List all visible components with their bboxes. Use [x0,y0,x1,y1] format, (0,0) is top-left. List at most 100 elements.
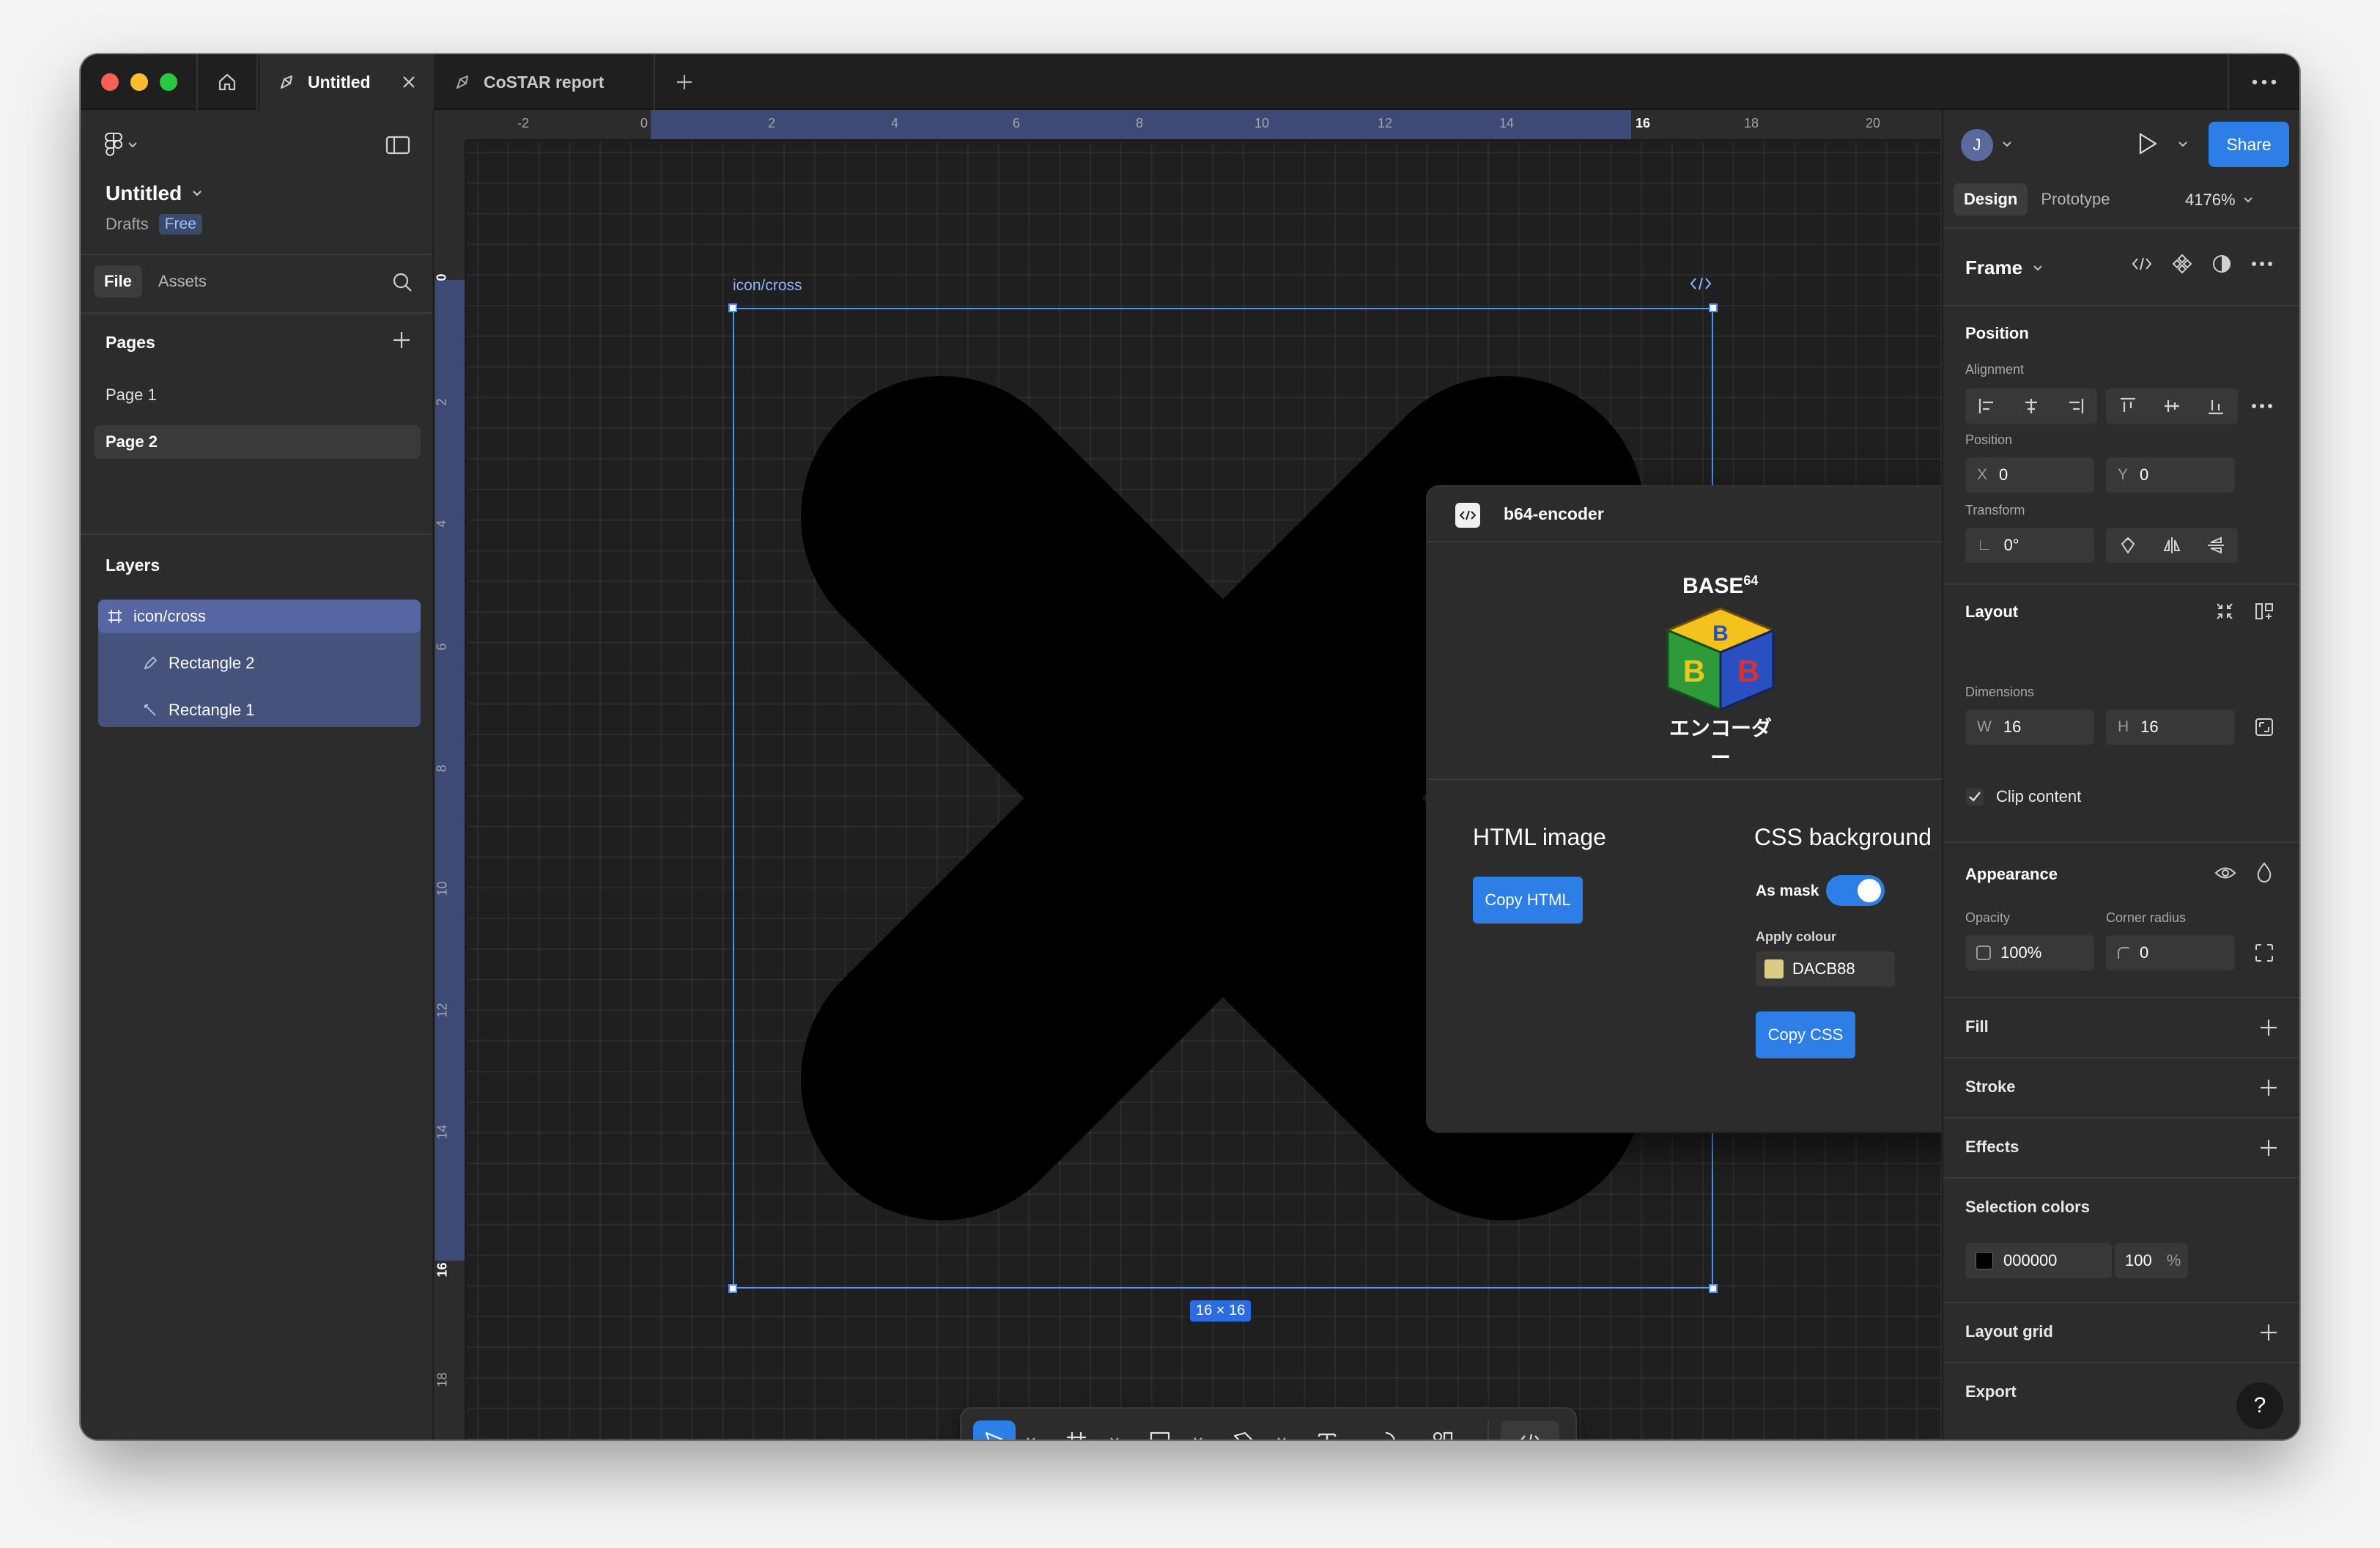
code-icon[interactable] [1690,276,1712,295]
frame-type-menu[interactable]: Frame [1965,257,2043,279]
auto-layout-button[interactable] [2254,601,2274,622]
text-tool-button[interactable] [1306,1420,1348,1440]
home-button[interactable] [196,54,258,110]
align-right-icon[interactable] [2066,397,2085,416]
main-menu-button[interactable] [104,132,138,158]
chevron-down-icon[interactable] [1109,1437,1120,1440]
ruler-tick: 8 [1136,116,1144,130]
resources-tool-button[interactable] [1422,1420,1464,1440]
add-effect-plus-icon[interactable] [2258,1138,2279,1158]
frame-tool-button[interactable] [1055,1420,1098,1440]
add-fill-plus-icon[interactable] [2258,1017,2279,1038]
minimize-window-button[interactable] [130,73,148,91]
move-tool-button[interactable] [973,1420,1016,1440]
tab-costar-report[interactable]: CoSTAR report [435,54,655,110]
flip-horizontal-icon[interactable] [2162,536,2181,555]
chevron-down-icon[interactable] [2002,141,2012,148]
ruler-tick: 14 [1499,116,1515,130]
present-button[interactable] [2137,132,2159,155]
tab-design[interactable]: Design [1954,183,2028,215]
toggle-sidebar-button[interactable] [385,135,410,159]
align-center-horizontal-icon[interactable] [2022,397,2041,416]
copy-html-button[interactable]: Copy HTML [1473,877,1583,924]
corner-radius-field[interactable]: 0 [2106,935,2235,970]
drafts-link[interactable]: Drafts [106,215,149,234]
align-top-icon[interactable] [2118,397,2137,416]
pen-tool-button[interactable] [1222,1420,1265,1440]
as-mask-toggle[interactable] [1826,875,1885,906]
close-tab-icon[interactable] [400,73,418,95]
independent-corners-button[interactable] [2254,943,2274,963]
selection-colors-header: Selection colors [1965,1198,2090,1216]
tab-file[interactable]: File [94,265,142,298]
resize-handle[interactable] [1709,1284,1718,1293]
selection-opacity-field[interactable]: 100 % [2115,1243,2188,1278]
x-position-field[interactable]: X 0 [1965,457,2094,493]
add-layout-grid-plus-icon[interactable] [2258,1322,2279,1343]
add-stroke-plus-icon[interactable] [2258,1077,2279,1098]
maximize-window-button[interactable] [160,73,177,91]
ruler-tick: 12 [435,1003,450,1018]
resize-handle[interactable] [1709,303,1718,312]
more-options-button[interactable] [2228,54,2299,110]
mask-button[interactable] [2211,254,2232,274]
create-component-button[interactable] [2172,254,2192,274]
y-position-field[interactable]: Y 0 [2106,457,2235,493]
align-middle-icon[interactable] [2162,397,2181,416]
colour-input[interactable]: DACB88 [1756,951,1895,987]
clip-content-checkbox[interactable]: Clip content [1965,787,2081,806]
page-item-1[interactable]: Page 1 [94,378,421,412]
chevron-down-icon [2033,265,2042,270]
ruler-tick: 2 [768,116,776,130]
chevron-down-icon[interactable] [2178,141,2188,148]
color-swatch[interactable] [1976,1252,1993,1269]
h-prefix: H [2118,718,2129,735]
h-value: 16 [2140,718,2159,736]
chevron-down-icon[interactable] [1026,1437,1036,1440]
chevron-down-icon[interactable] [1193,1437,1203,1440]
frame-more-button[interactable] [2251,261,2273,267]
chevron-down-icon[interactable] [1276,1437,1287,1440]
align-left-icon[interactable] [1978,397,1997,416]
resize-handle[interactable] [728,303,737,312]
tab-prototype[interactable]: Prototype [2030,183,2120,215]
flip-vertical-icon[interactable] [2206,536,2225,555]
file-name-button[interactable]: Untitled [106,182,202,205]
shape-tool-button[interactable] [1139,1420,1181,1440]
dev-mode-toggle[interactable] [1501,1420,1559,1440]
close-window-button[interactable] [101,73,119,91]
resize-to-fit-button[interactable] [2214,601,2235,622]
new-tab-button[interactable] [674,72,695,96]
inspect-code-button[interactable] [2131,255,2153,273]
layer-row[interactable]: Rectangle 2 [98,646,421,680]
toggle-visibility-button[interactable] [2214,865,2236,881]
zoom-menu[interactable]: 4176% [2185,191,2253,210]
page-item-2[interactable]: Page 2 [94,425,421,459]
layer-row[interactable]: Rectangle 1 [98,693,421,727]
copy-css-button[interactable]: Copy CSS [1756,1011,1855,1058]
opacity-field[interactable]: 100% [1965,935,2094,970]
height-field[interactable]: H 16 [2106,710,2235,745]
tab-untitled[interactable]: Untitled [259,54,434,110]
constrain-proportions-button[interactable] [2254,717,2274,737]
add-page-button[interactable] [391,330,412,354]
frame-name-label[interactable]: icon/cross [733,277,802,295]
alignment-more-button[interactable] [2251,403,2273,409]
rotation-field[interactable]: ∟ 0° [1965,528,2094,563]
share-button[interactable]: Share [2209,122,2289,167]
resize-handle[interactable] [728,1284,737,1293]
component-icon [2172,254,2192,274]
search-layers-button[interactable] [391,271,413,297]
help-button[interactable]: ? [2236,1382,2283,1429]
layer-row[interactable]: icon/cross [98,600,421,633]
blend-mode-button[interactable] [2255,862,2273,882]
tab-assets[interactable]: Assets [148,265,217,298]
search-icon [393,273,412,292]
colour-swatch[interactable] [1764,959,1784,978]
align-bottom-icon[interactable] [2206,397,2225,416]
selection-color-field[interactable]: 000000 [1965,1243,2112,1278]
rotate-icon[interactable] [2118,536,2137,555]
comment-tool-button[interactable] [1364,1420,1407,1440]
width-field[interactable]: W 16 [1965,710,2094,745]
avatar[interactable]: J [1961,129,1993,161]
